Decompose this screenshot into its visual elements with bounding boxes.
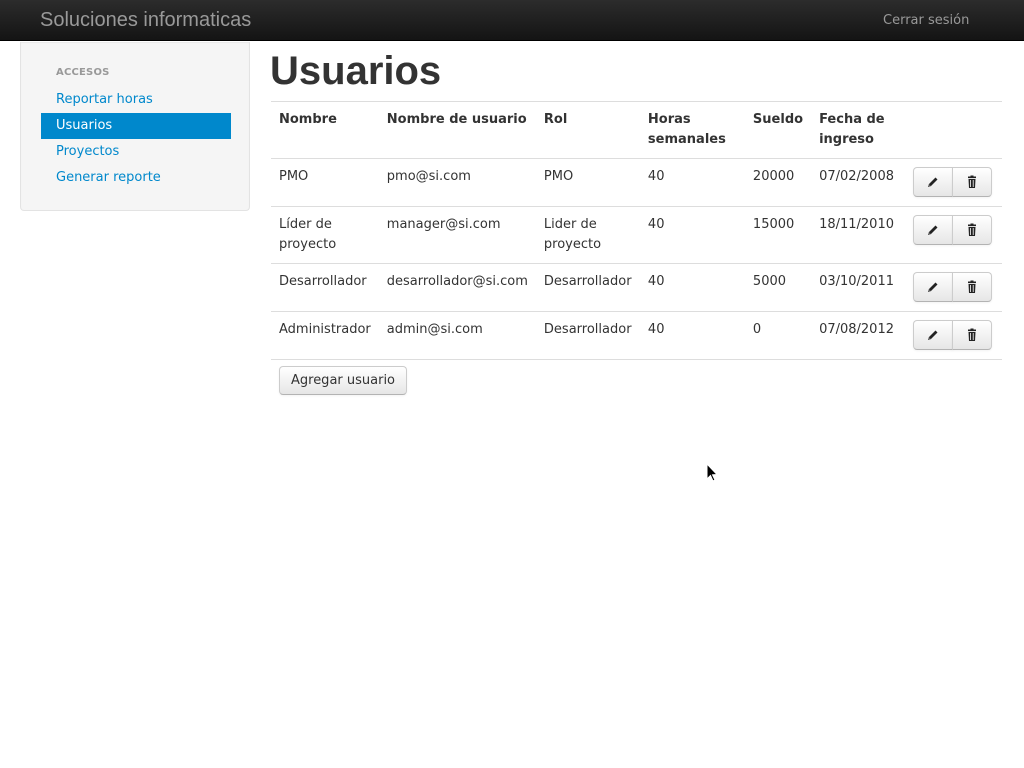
cell-fecha: 18/11/2010 [811, 206, 906, 264]
trash-icon [968, 175, 977, 188]
edit-button[interactable] [913, 215, 954, 245]
cell-sueldo: 20000 [744, 158, 812, 207]
cell-nombre: Desarrollador [271, 263, 379, 312]
cell-fecha: 03/10/2011 [811, 263, 906, 312]
cell-horas: 40 [639, 158, 745, 207]
trash-icon [968, 223, 977, 236]
sidebar-item-reportar-horas[interactable]: Reportar horas [41, 87, 231, 113]
column-header-rol: Rol [535, 101, 640, 159]
row-actions [913, 272, 993, 302]
pencil-icon [928, 177, 938, 187]
table-row: PMO pmo@si.com PMO 40 20000 07/02/2008 [271, 158, 1002, 207]
trash-icon [968, 328, 977, 341]
row-actions [913, 320, 993, 350]
mouse-cursor-icon [706, 463, 719, 482]
edit-button[interactable] [913, 320, 954, 350]
delete-button[interactable] [952, 215, 993, 245]
cell-horas: 40 [639, 206, 745, 264]
cell-usuario: desarrollador@si.com [378, 263, 536, 312]
column-header-actions [905, 101, 1002, 159]
top-navbar: Soluciones informaticas Cerrar sesión [0, 0, 1024, 41]
cell-fecha: 07/08/2012 [811, 311, 906, 360]
sidebar-item-generar-reporte[interactable]: Generar reporte [41, 165, 231, 191]
page-title: Usuarios [270, 49, 442, 93]
cell-sueldo: 5000 [744, 263, 812, 312]
delete-button[interactable] [952, 320, 993, 350]
cell-rol: Lider de proyecto [535, 206, 640, 264]
edit-button[interactable] [913, 167, 954, 197]
pencil-icon [928, 282, 938, 292]
column-header-sueldo: Sueldo [744, 101, 812, 159]
row-actions [913, 215, 993, 245]
column-header-nombre-de-usuario: Nombre de usuario [378, 101, 536, 159]
sidebar-nav: Reportar horas Usuarios Proyectos Genera… [41, 87, 231, 191]
edit-button[interactable] [913, 272, 954, 302]
cell-actions [905, 158, 1002, 207]
table-header-row: Nombre Nombre de usuario Rol Horas seman… [271, 101, 1002, 159]
trash-icon [968, 280, 977, 293]
column-header-nombre: Nombre [271, 101, 379, 159]
cell-nombre: Administrador [271, 311, 379, 360]
sidebar: ACCESOS Reportar horas Usuarios Proyecto… [20, 42, 250, 211]
cell-horas: 40 [639, 263, 745, 312]
row-actions [913, 167, 993, 197]
table-row: Desarrollador desarrollador@si.com Desar… [271, 263, 1002, 312]
cell-rol: Desarrollador [535, 263, 640, 312]
cell-usuario: pmo@si.com [378, 158, 536, 207]
table-row: Administrador admin@si.com Desarrollador… [271, 311, 1002, 360]
pencil-icon [928, 330, 938, 340]
cell-nombre: PMO [271, 158, 379, 207]
sidebar-item-proyectos[interactable]: Proyectos [41, 139, 231, 165]
pencil-icon [928, 225, 938, 235]
cell-sueldo: 0 [744, 311, 812, 360]
logout-link[interactable]: Cerrar sesión [883, 13, 969, 28]
cell-actions [905, 206, 1002, 264]
brand-link[interactable]: Soluciones informaticas [40, 9, 251, 32]
add-user-button[interactable]: Agregar usuario [279, 366, 407, 395]
cell-usuario: admin@si.com [378, 311, 536, 360]
cell-rol: PMO [535, 158, 640, 207]
table-row: Líder de proyecto manager@si.com Lider d… [271, 206, 1002, 264]
sidebar-header: ACCESOS [56, 67, 110, 78]
users-table: Nombre Nombre de usuario Rol Horas seman… [271, 101, 1002, 360]
column-header-horas-semanales: Horas semanales [639, 101, 745, 159]
cell-nombre: Líder de proyecto [271, 206, 379, 264]
column-header-fecha-de-ingreso: Fecha de ingreso [811, 101, 906, 159]
sidebar-item-usuarios[interactable]: Usuarios [41, 113, 231, 139]
cell-actions [905, 311, 1002, 360]
cell-horas: 40 [639, 311, 745, 360]
cell-usuario: manager@si.com [378, 206, 536, 264]
cell-sueldo: 15000 [744, 206, 812, 264]
cell-fecha: 07/02/2008 [811, 158, 906, 207]
delete-button[interactable] [952, 272, 993, 302]
delete-button[interactable] [952, 167, 993, 197]
cell-rol: Desarrollador [535, 311, 640, 360]
cell-actions [905, 263, 1002, 312]
